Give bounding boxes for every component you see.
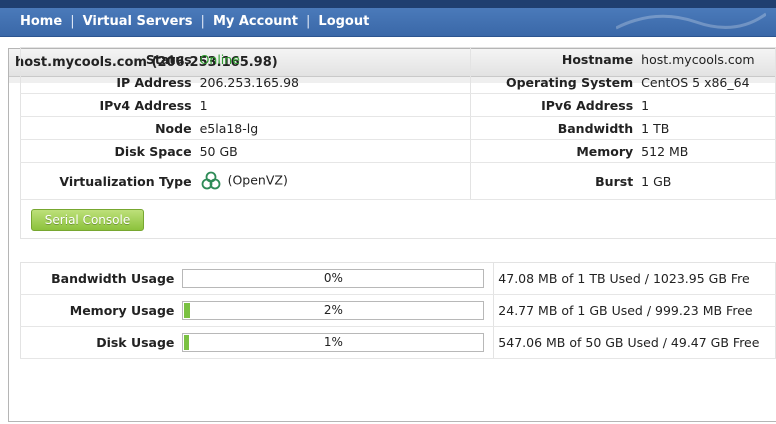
status-badge: Online (199, 51, 240, 67)
burst-value: 1 GB (637, 162, 776, 200)
openvz-icon (201, 171, 220, 190)
memory-value: 512 MB (637, 139, 776, 163)
bandwidth-usage-label: Bandwidth Usage (20, 262, 179, 295)
nav-virtual-servers-link[interactable]: Virtual Servers (83, 14, 193, 29)
status-value: Online (195, 47, 471, 71)
nav-decoration (616, 12, 766, 30)
ipv4-label: IPv4 Address (20, 93, 196, 117)
table-row: Virtualization Type (OpenVZ) Burst 1 GB (20, 162, 776, 200)
disk-space-value: 50 GB (195, 139, 471, 163)
table-row: Node e5la18-lg Bandwidth 1 TB (20, 116, 776, 140)
server-info-table: Status Online Hostname host.mycools.com … (20, 47, 776, 200)
memory-usage-cell: 2% (178, 294, 495, 327)
table-row: IPv4 Address 1 IPv6 Address 1 (20, 93, 776, 117)
memory-usage-percent: 2% (323, 303, 343, 317)
nav-separator: | (200, 14, 205, 29)
nav-separator: | (70, 14, 75, 29)
node-label: Node (20, 116, 196, 140)
memory-usage-bar: 2% (182, 301, 485, 320)
nav-links: Home | Virtual Servers | My Account | Logout (20, 14, 369, 29)
table-row: Disk Usage 1% 547.06 MB of 50 GB Used / … (20, 326, 776, 359)
top-nav: Home | Virtual Servers | My Account | Logout (0, 0, 776, 37)
disk-usage-detail: 547.06 MB of 50 GB Used / 49.47 GB Free (493, 326, 776, 359)
nav-my-account-link[interactable]: My Account (213, 14, 298, 29)
memory-usage-detail: 24.77 MB of 1 GB Used / 999.23 MB Free (493, 294, 776, 327)
ipv6-value: 1 (637, 93, 776, 117)
hostname-label: Hostname (470, 47, 638, 71)
bandwidth-usage-percent: 0% (323, 271, 343, 285)
table-row: Bandwidth Usage 0% 47.08 MB of 1 TB Used… (20, 262, 776, 295)
disk-space-label: Disk Space (20, 139, 196, 163)
table-row: Disk Space 50 GB Memory 512 MB (20, 139, 776, 163)
status-label: Status (20, 47, 196, 71)
bandwidth-label: Bandwidth (470, 116, 638, 140)
disk-usage-percent: 1% (323, 335, 343, 349)
disk-usage-bar: 1% (182, 333, 485, 352)
nav-separator: | (306, 14, 311, 29)
hostname-value: host.mycools.com (637, 47, 776, 71)
serial-console-button[interactable]: Serial Console (31, 209, 144, 231)
ipv6-label: IPv6 Address (470, 93, 638, 117)
os-label: Operating System (470, 70, 638, 94)
os-value: CentOS 5 x86_64 (637, 70, 776, 94)
node-value: e5la18-lg (195, 116, 471, 140)
virtualization-type-label: Virtualization Type (20, 162, 196, 200)
virtualization-type-text: (OpenVZ) (227, 172, 288, 188)
bandwidth-value: 1 TB (637, 116, 776, 140)
ip-address-label: IP Address (20, 70, 196, 94)
nav-home-link[interactable]: Home (20, 14, 62, 29)
ip-address-value: 206.253.165.98 (195, 70, 471, 94)
disk-usage-cell: 1% (178, 326, 495, 359)
table-row: IP Address 206.253.165.98 Operating Syst… (20, 70, 776, 94)
burst-label: Burst (470, 162, 638, 200)
top-nav-edge (0, 0, 776, 8)
memory-usage-label: Memory Usage (20, 294, 179, 327)
bandwidth-usage-detail: 47.08 MB of 1 TB Used / 1023.95 GB Fre (493, 262, 776, 295)
virtualization-type-value: (OpenVZ) (195, 162, 471, 200)
bandwidth-usage-bar: 0% (182, 269, 485, 288)
table-row: Status Online Hostname host.mycools.com (20, 47, 776, 71)
disk-usage-label: Disk Usage (20, 326, 179, 359)
console-row: Serial Console (20, 200, 776, 239)
table-row: Memory Usage 2% 24.77 MB of 1 GB Used / … (20, 294, 776, 327)
nav-logout-link[interactable]: Logout (318, 14, 369, 29)
memory-label: Memory (470, 139, 638, 163)
usage-table: Bandwidth Usage 0% 47.08 MB of 1 TB Used… (20, 262, 776, 359)
bandwidth-usage-cell: 0% (178, 262, 495, 295)
ipv4-value: 1 (195, 93, 471, 117)
